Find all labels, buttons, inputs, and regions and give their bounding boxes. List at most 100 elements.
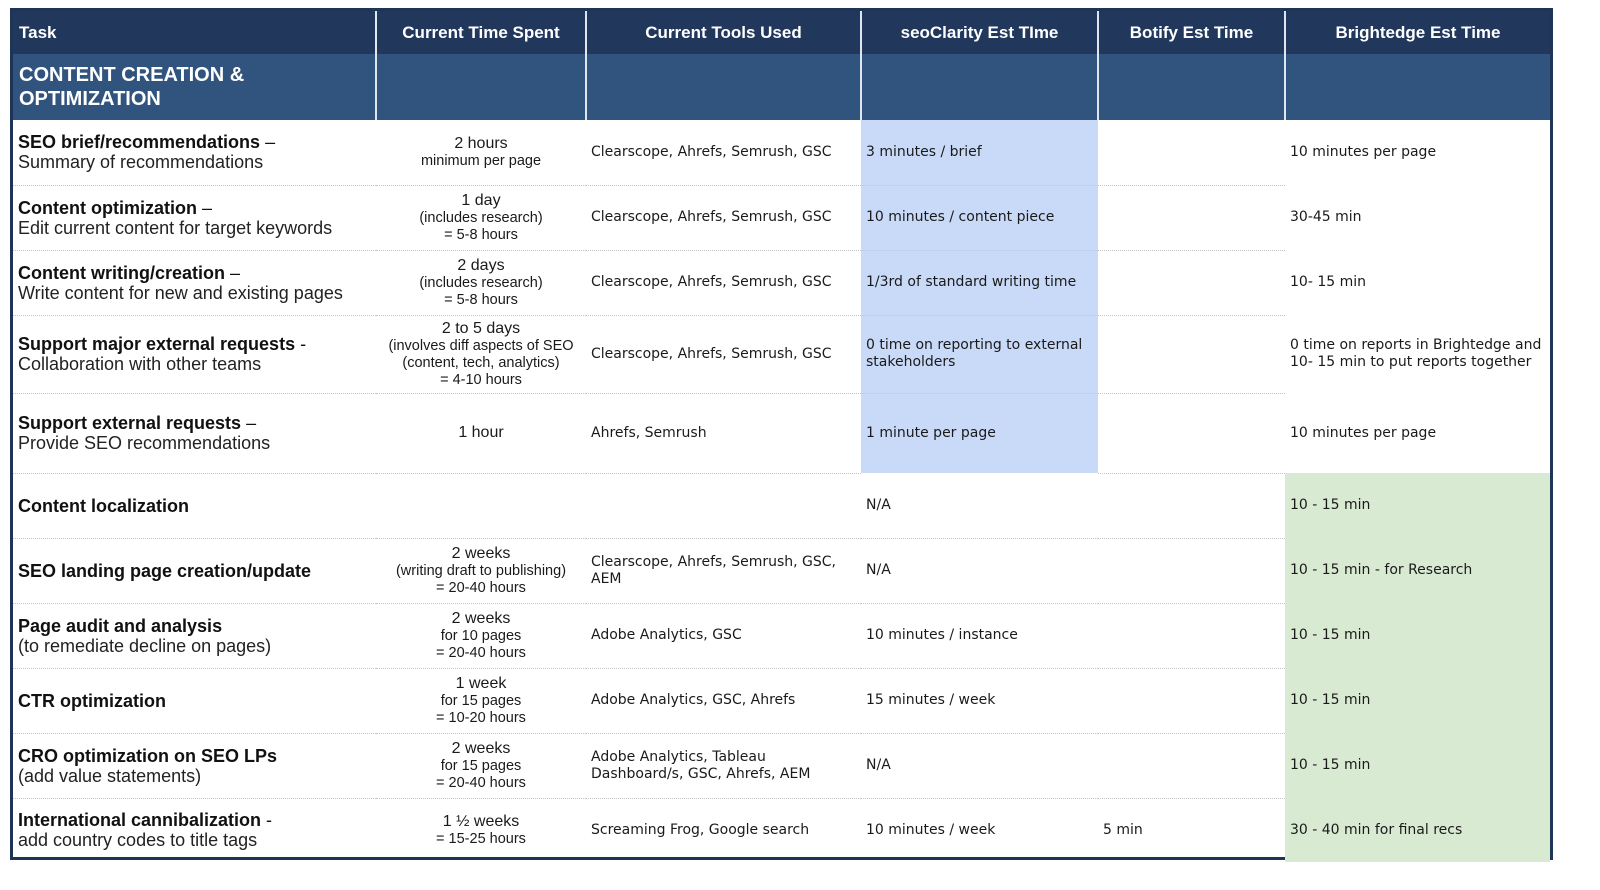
seoclarity-cell: N/A [861,733,1098,799]
task-cell: Content localization [13,473,376,539]
brightedge-text: 10 - 15 min [1290,627,1371,643]
task-cell: Page audit and analysis (to remediate dec… [13,603,376,669]
task-cell: SEO landing page creation/update [13,538,376,604]
seoclarity-cell: 15 minutes / week [861,668,1098,734]
brightedge-text: 10 - 15 min - for Research [1290,562,1473,578]
task-cell: Support major external requests - Collabo… [13,315,376,394]
seoclarity-cell: 10 minutes / content piece [861,185,1098,251]
table-row: International cannibalization - add count… [13,798,1550,862]
comparison-table-frame: Task Current Time Spent Current Tools Us… [10,8,1553,862]
botify-cell [1098,393,1285,474]
current-tools-cell: Clearscope, Ahrefs, Semrush, GSC [586,185,861,251]
task-description: Summary of recommendations [18,152,264,173]
seoclarity-cell: N/A [861,473,1098,539]
time-line: 1 hour [458,424,504,441]
current-tools-text: Adobe Analytics, GSC, Ahrefs [591,692,796,708]
section-title: CONTENT CREATION & OPTIMIZATION [19,64,245,110]
brightedge-text: 30-45 min [1290,209,1362,225]
seoclarity-text: N/A [866,496,891,513]
seoclarity-cell: 1 minute per page [861,393,1098,473]
task-title: CRO optimization on SEO LPs [18,745,278,766]
header-current-time: Current Time Spent [376,11,587,54]
table-row: Support major external requests - Collabo… [13,315,1550,394]
seoclarity-text: 0 time on reporting to external stakehol… [866,337,1083,370]
time-line: 2 weeks [451,609,511,627]
time-line: 1 week [455,674,507,692]
task-title: International cannibalization - [18,810,273,831]
table-row: Support external requests – Provide SEO r… [13,393,1550,474]
brightedge-cell: 0 time on reports in Brightedge and 10- … [1285,315,1550,393]
time-line: (content, tech, analytics) [402,354,560,371]
current-tools-text: Clearscope, Ahrefs, Semrush, GSC [591,143,832,160]
comparison-table: Task Current Time Spent Current Tools Us… [13,11,1550,862]
current-time-cell: 2 hours minimum per page [376,120,586,186]
current-tools-text: Screaming Frog, Google search [591,821,810,838]
time-line: (involves diff aspects of SEO [388,337,574,354]
task-description: (add value statements) [18,765,202,786]
current-time-cell: 2 weeks for 10 pages = 20-40 hours [376,603,586,669]
current-tools-cell: Ahrefs, Semrush [586,393,861,474]
task-cell: SEO brief/recommendations – Summary of re… [13,120,376,186]
brightedge-text: 10 minutes per page [1290,144,1437,160]
seoclarity-cell: 10 minutes / week [861,798,1098,862]
seoclarity-cell: 0 time on reporting to external stakehol… [861,315,1098,394]
table-row: SEO brief/recommendations – Summary of re… [13,120,1550,186]
table-row: Content writing/creation – Write content … [13,250,1550,316]
botify-cell [1098,250,1285,316]
header-seoclarity: seoClarity Est TIme [861,11,1099,54]
botify-cell [1098,538,1285,604]
time-line: = 5-8 hours [444,291,518,308]
section-empty-cell [861,54,1099,120]
brightedge-text: 10 minutes per page [1290,424,1437,441]
current-time-cell: 2 weeks for 15 pages = 20-40 hours [376,733,586,799]
current-time-cell: 2 to 5 days (involves diff aspects of SEO… [376,315,586,394]
brightedge-text: 10 - 15 min [1290,692,1371,708]
task-description: Collaboration with other teams [18,354,262,374]
brightedge-text: 10 - 15 min [1290,497,1371,513]
task-cell: International cannibalization - add count… [13,798,376,862]
botify-cell [1098,120,1285,186]
current-time-cell: 2 weeks (writing draft to publishing) = 20… [376,538,586,604]
botify-cell [1098,733,1285,799]
current-time-cell: 2 days (includes research) = 5-8 hours [376,250,586,316]
time-line: for 15 pages [440,692,522,709]
time-line: (includes research) [419,274,543,291]
current-tools-cell: Clearscope, Ahrefs, Semrush, GSC [586,315,861,394]
time-line: = 15-25 hours [436,830,526,847]
current-tools-cell: Clearscope, Ahrefs, Semrush, GSC, AEM [586,538,861,604]
time-line: minimum per page [420,152,542,169]
time-line: (includes research) [419,209,543,226]
botify-text: 5 min [1103,821,1143,838]
table-row: SEO landing page creation/update 2 weeks(… [13,538,1550,604]
seoclarity-cell: 1/3rd of standard writing time [861,250,1098,316]
brightedge-cell: 30 - 40 min for final recs [1285,798,1550,862]
header-row: Task Current Time Spent Current Tools Us… [13,11,1550,54]
time-line: = 10-20 hours [436,709,526,726]
botify-cell: 5 min [1098,798,1285,862]
botify-cell [1098,603,1285,669]
time-line: 1 ½ weeks [442,812,520,830]
task-title: Content writing/creation – [18,262,241,283]
time-line: = 20-40 hours [436,579,526,596]
section-empty-cell [586,54,862,120]
botify-cell [1098,185,1285,251]
current-tools-cell: Clearscope, Ahrefs, Semrush, GSC [586,250,861,316]
current-tools-cell: Adobe Analytics, GSC [586,603,861,669]
seoclarity-text: 1 minute per page [866,424,996,441]
current-tools-cell: Screaming Frog, Google search [586,798,861,862]
brightedge-cell: 10 - 15 min - for Research [1285,538,1550,603]
current-time-cell: 1 week for 15 pages = 10-20 hours [376,668,586,734]
current-tools-text: Adobe Analytics, Tableau Dashboard/s, GS… [591,748,811,782]
task-description: add country codes to title tags [18,830,258,851]
section-empty-cell [376,54,587,120]
seoclarity-cell: N/A [861,538,1098,604]
current-time-cell: 1 ½ weeks = 15-25 hours [376,798,586,862]
brightedge-cell: 10 - 15 min [1285,473,1550,538]
task-title: Support external requests – [18,413,257,433]
brightedge-text: 0 time on reports in Brightedge and 10- … [1290,337,1542,370]
time-line: = 20-40 hours [436,644,526,661]
brightedge-cell: 10 - 15 min [1285,733,1550,798]
task-title: Content optimization – [18,197,212,218]
task-title: CTR optimization [18,690,166,711]
header-current-tools: Current Tools Used [586,11,862,54]
